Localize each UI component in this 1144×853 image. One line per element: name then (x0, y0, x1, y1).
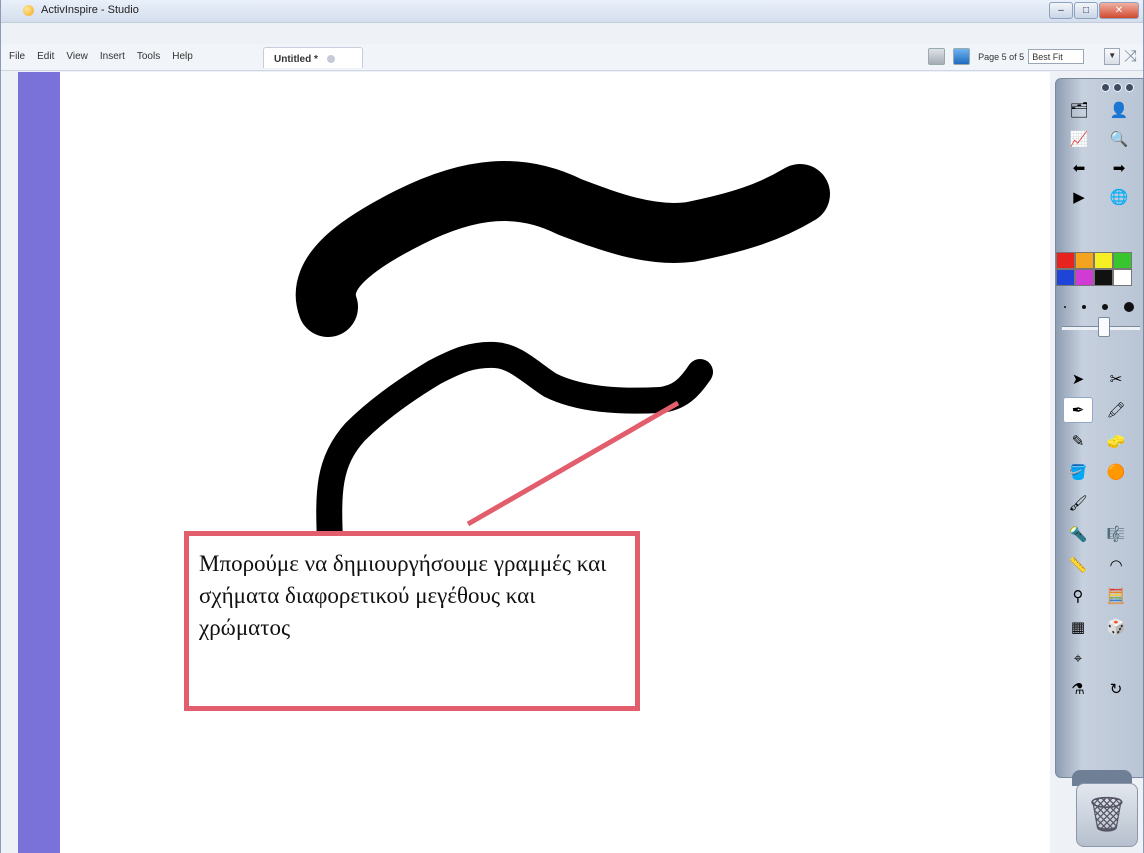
menu-file[interactable]: File (9, 51, 25, 62)
browser-icon[interactable]: 🔍 (1104, 126, 1134, 152)
toolbox-close-icon[interactable] (1125, 83, 1134, 92)
empty-slot (1101, 490, 1131, 516)
chevron-down-icon[interactable]: ▼ (1104, 48, 1121, 65)
callout-text-box: Μπορούμε να δημιουργήσουμε γραμμές και σ… (184, 531, 640, 711)
compass-icon[interactable]: ⚲ (1063, 583, 1093, 609)
trash-icon[interactable]: 🗑 (1076, 783, 1138, 847)
fill-icon[interactable]: 🪣 (1063, 459, 1093, 485)
width-3[interactable] (1102, 304, 1108, 310)
menu-edit[interactable]: Edit (37, 51, 54, 62)
swatch-white[interactable] (1113, 269, 1132, 286)
swatch-orange[interactable] (1075, 252, 1094, 269)
thin-brush-stroke[interactable] (316, 341, 713, 555)
thick-brush-stroke[interactable] (295, 161, 830, 337)
maximize-button[interactable]: □ (1074, 2, 1098, 19)
page-view-icon[interactable] (953, 48, 971, 65)
pen-width-slider-thumb[interactable] (1098, 317, 1110, 337)
fullscreen-icon[interactable]: ⤨ (1124, 48, 1137, 64)
window-controls: – □ ✕ (1048, 2, 1139, 19)
menu-insert[interactable]: Insert (100, 51, 125, 62)
voting-icon[interactable]: ⚗ (1063, 676, 1093, 702)
pen-icon[interactable]: ✒ (1063, 397, 1093, 423)
swatch-green[interactable] (1113, 252, 1132, 269)
page-sorter-icon[interactable] (928, 48, 946, 65)
document-tab-label: Untitled * (274, 54, 318, 65)
window-title: ActivInspire - Studio (41, 4, 139, 16)
close-button[interactable]: ✕ (1099, 2, 1139, 19)
eraser-icon[interactable]: 🧽 (1101, 428, 1131, 454)
drawing-layer (295, 161, 830, 555)
desktop-annotate-icon[interactable]: 🌐 (1104, 184, 1134, 210)
revealer-icon[interactable]: 🎼 (1101, 521, 1131, 547)
toolbox-controls (1098, 83, 1134, 92)
clicker-icon[interactable]: ⌖ (1063, 645, 1093, 671)
main-menu-icon[interactable]: 📈 (1064, 126, 1094, 152)
flipchart-canvas[interactable] (60, 72, 1050, 853)
page-controls: Page 5 of 5 Best Fit ▼ ⤨ (928, 48, 1137, 65)
swatch-black[interactable] (1094, 269, 1113, 286)
menu-view[interactable]: View (66, 51, 88, 62)
flipchart-organiser-icon[interactable]: 🗂 (1064, 97, 1094, 123)
width-4[interactable] (1124, 302, 1134, 312)
spotlight-icon[interactable]: 🔦 (1063, 521, 1093, 547)
pen-width-selector (1056, 297, 1142, 317)
swatch-blue[interactable] (1056, 269, 1075, 286)
width-1[interactable] (1064, 306, 1066, 308)
minimize-button[interactable]: – (1049, 2, 1073, 19)
tool-grid: 🗂 👤 📈 🔍 ⬅ ➡ ▶ 🌐 (1061, 97, 1137, 213)
menu-tools[interactable]: Tools (137, 51, 160, 62)
magic-ink-icon[interactable]: ✂ (1101, 366, 1131, 392)
protractor-icon[interactable]: ◠ (1101, 552, 1131, 578)
reset-icon[interactable]: ↻ (1101, 676, 1131, 702)
swatch-red[interactable] (1056, 252, 1075, 269)
page-indicator: Page 5 of 5 (978, 51, 1025, 62)
swatch-magenta[interactable] (1075, 269, 1094, 286)
menu-items: File Edit View Insert Tools Help (9, 51, 205, 62)
title-bar: ActivInspire - Studio – □ ✕ (1, 0, 1143, 23)
close-tab-icon[interactable] (326, 55, 335, 64)
menu-bar: File Edit View Insert Tools Help Untitle… (1, 44, 1143, 71)
calculator-icon[interactable]: 🧮 (1101, 583, 1131, 609)
empty-slot (1101, 645, 1131, 671)
highlighter-icon[interactable]: 🖍 (1101, 397, 1131, 423)
magic-ink-pen-icon[interactable]: ✎ (1063, 428, 1093, 454)
ruler-icon[interactable]: 📏 (1063, 552, 1093, 578)
connector-icon[interactable]: 🖌 (1063, 490, 1093, 516)
tool-grid-lower: ➤ ✂ ✒ 🖍 ✎ 🧽 🪣 🟠 🖌 🔦 🎼 📏 ◠ ⚲ 🧮 ▦ 🎲 ⌖ ⚗ ↻ (1060, 366, 1140, 707)
user-defined-icon[interactable]: 👤 (1104, 97, 1134, 123)
width-2[interactable] (1082, 305, 1086, 309)
zoom-select[interactable]: Best Fit (1028, 49, 1085, 64)
toolbox-menu-icon[interactable] (1101, 83, 1110, 92)
select-icon[interactable]: ➤ (1063, 366, 1093, 392)
page-margin-strip (18, 72, 60, 853)
swatch-yellow[interactable] (1094, 252, 1113, 269)
next-page-icon[interactable]: ➡ (1104, 155, 1134, 181)
activinspire-logo-icon (23, 5, 34, 16)
play-icon[interactable]: ▶ (1064, 184, 1094, 210)
menu-help[interactable]: Help (172, 51, 193, 62)
toolbox-add-icon[interactable] (1113, 83, 1122, 92)
previous-page-icon[interactable]: ⬅ (1064, 155, 1094, 181)
callout-pointer-line (466, 400, 680, 527)
document-tab[interactable]: Untitled * (263, 47, 363, 68)
grid-icon[interactable]: ▦ (1063, 614, 1093, 640)
dice-icon[interactable]: 🎲 (1101, 614, 1131, 640)
shape-icon[interactable]: 🟠 (1101, 459, 1131, 485)
color-palette (1056, 252, 1132, 286)
